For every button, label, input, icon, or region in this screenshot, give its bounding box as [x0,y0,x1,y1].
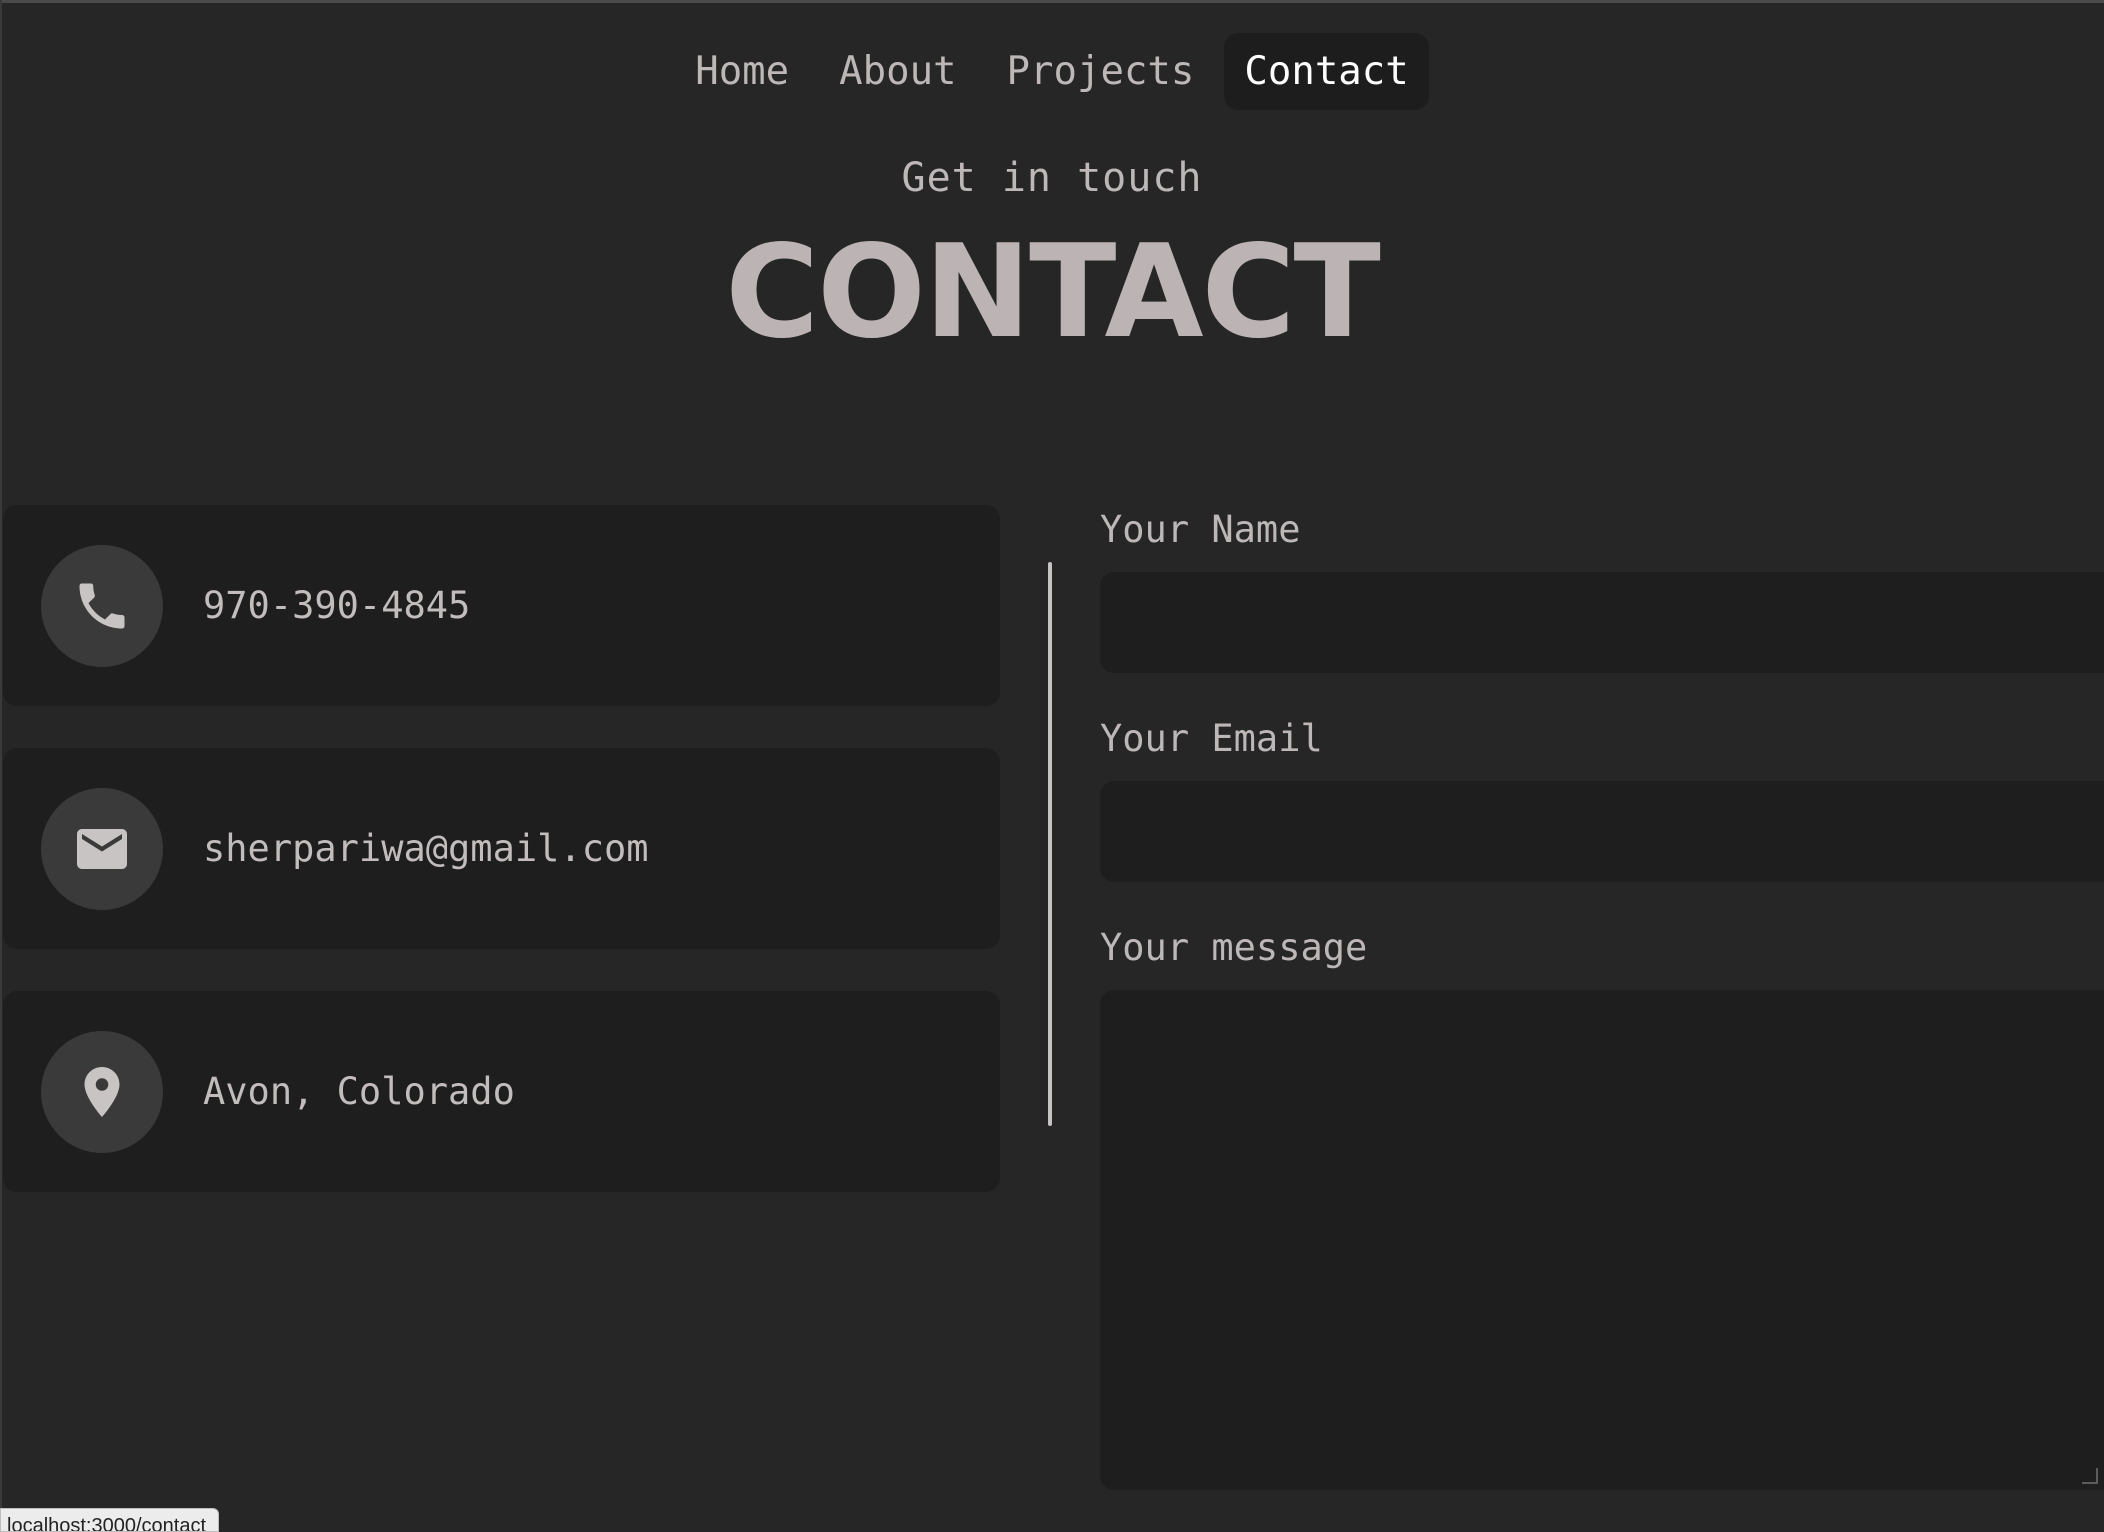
page-subtitle: Get in touch [901,155,1203,201]
message-textarea[interactable] [1100,990,2104,1490]
nav-about-link[interactable]: About [819,33,976,110]
status-bar-url: localhost:3000/contact [0,1508,220,1532]
phone-icon [41,544,163,667]
contact-info-list: 970-390-4845 sherpariwa@gmail.com Avon, … [3,505,1000,1234]
contact-card-email: sherpariwa@gmail.com [3,748,1000,949]
nav-home-link[interactable]: Home [675,33,809,110]
mail-icon [41,787,163,910]
phone-number: 970-390-4845 [203,584,471,627]
page-title: CONTACT [725,218,1381,367]
email-label: Your Email [1100,717,1323,760]
name-input[interactable] [1100,572,2104,673]
main-nav: Home About Projects Contact [0,24,2104,118]
location-pin-icon [41,1030,163,1153]
name-label: Your Name [1100,508,1301,551]
contact-form: Your Name Your Email Your message [1100,500,2104,1490]
contact-card-location: Avon, Colorado [3,991,1000,1192]
textarea-resize-handle[interactable] [2082,1468,2098,1484]
nav-contact-link[interactable]: Contact [1224,32,1429,110]
location-text: Avon, Colorado [203,1070,515,1113]
contact-card-phone: 970-390-4845 [3,505,1000,706]
email-input[interactable] [1100,781,2104,882]
vertical-divider [1048,562,1052,1126]
window-top-border [0,0,2104,3]
email-address: sherpariwa@gmail.com [203,827,649,870]
nav-projects-link[interactable]: Projects [987,33,1215,110]
message-label: Your message [1100,926,1368,969]
